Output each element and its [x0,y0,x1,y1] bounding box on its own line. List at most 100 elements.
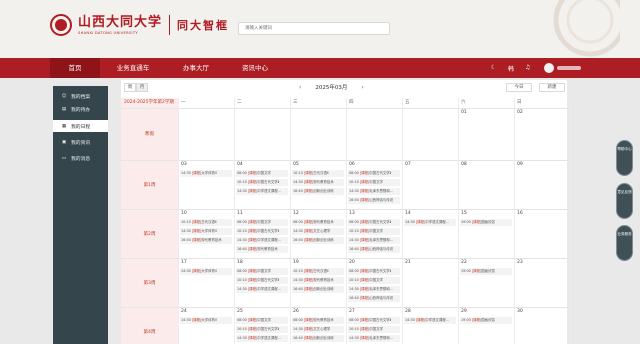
avatar[interactable] [544,63,554,73]
day-cell[interactable] [290,108,346,160]
schedule-event[interactable]: 14:30 [课程]中学语文课程... [404,219,456,226]
schedule-event[interactable]: 14:30 [课程]中学语文课程... [236,237,288,244]
day-cell[interactable]: 29 19:00 [课程]国画欣赏 [458,307,514,344]
search-input[interactable] [239,23,389,34]
schedule-event[interactable]: 08:00 [课程]现代教育技术 [292,219,344,226]
day-cell[interactable]: 11 08:00 [课程]中国文学 10:10 [课程]中国古代文学Ⅱ 14:30 [… [234,209,290,258]
day-cell[interactable]: 30 [514,307,570,344]
day-cell[interactable]: 10 10:10 [课程]古代汉语Ⅱ 14:30 [课程]大学体育II 16:40 [… [178,209,234,258]
day-cell[interactable]: 19 10:10 [课程]古代汉语Ⅱ 14:30 [课程]现代教育技术 16:40 [… [290,258,346,307]
username-blurred[interactable] [557,66,581,70]
schedule-event[interactable]: 14:30 [课程]毛泽东思想和... [348,335,400,342]
schedule-event[interactable]: 08:00 [课程]中国古代文学Ⅱ [348,268,400,275]
bell-icon[interactable]: ♫ [525,64,530,71]
schedule-event[interactable]: 16:40 [课程]山西神话与传说 [348,246,400,253]
view-month-button[interactable]: 月 [136,83,148,92]
nav-business[interactable]: 业务直通车 [108,58,158,78]
schedule-event[interactable]: 10:10 [课程]中国古代文学Ⅱ [236,326,288,333]
day-cell[interactable]: 21 [402,258,458,307]
day-cell[interactable]: 13 08:00 [课程]中国古代文学Ⅱ 10:10 [课程]中国文学 14:30 [… [346,209,402,258]
schedule-event[interactable]: 08:00 [课程]中国古代文学Ⅱ [348,219,400,226]
day-cell[interactable]: 08 [458,160,514,209]
schedule-event[interactable]: 08:00 [课程]中国古代文学Ⅱ [348,170,400,177]
day-cell[interactable]: 06 08:00 [课程]中国古代文学Ⅱ 10:10 [课程]中国文学 14:30 [… [346,160,402,209]
schedule-event[interactable]: 14:30 [课程]毛泽东思想和... [348,188,400,195]
moon-icon[interactable]: ☾ [491,64,496,71]
schedule-event[interactable]: 14:30 [课程]中学语文课程... [236,286,288,293]
sidebar-item-todo[interactable]: ▤ 我的待办 [53,103,108,115]
schedule-event[interactable]: 14:30 [课程]中学语文课程... [404,317,456,324]
schedule-event[interactable]: 08:00 [课程]现代教育技术 [292,317,344,324]
schedule-event[interactable]: 16:40 [课程]山西神话与传说 [348,197,400,204]
schedule-event[interactable]: 08:00 [课程]中国古代文学Ⅱ [348,317,400,324]
today-button[interactable]: 今日 [506,83,532,92]
day-cell[interactable]: 01 [458,108,514,160]
schedule-event[interactable]: 10:10 [课程]中国文学 [348,179,400,186]
search-box[interactable] [238,22,390,35]
day-cell[interactable] [234,108,290,160]
schedule-event[interactable]: 16:40 [课程]山西神话与传说 [348,295,400,302]
schedule-event[interactable]: 10:10 [课程]中国古代文学Ⅱ [236,277,288,284]
day-cell[interactable]: 25 08:00 [课程]中国文学 10:10 [课程]中国古代文学Ⅱ 14:30 [… [234,307,290,344]
schedule-event[interactable]: 14:30 [课程]毛泽东思想和... [348,286,400,293]
day-cell[interactable]: 23 [514,258,570,307]
day-cell[interactable]: 12 08:00 [课程]现代教育技术 14:30 [课程]文艺心理学 16:40 [… [290,209,346,258]
day-cell[interactable]: 07 [402,160,458,209]
sidebar-item-schedule[interactable]: ▦ 我的日程 [53,120,108,132]
schedule-event[interactable]: 16:40 [课程]现代教育技术 [236,246,288,253]
schedule-event[interactable]: 10:10 [课程]中国文学 [348,277,400,284]
feedback-button[interactable]: 意见反馈 [616,183,633,219]
schedule-event[interactable]: 10:10 [课程]中国文学 [348,326,400,333]
day-cell[interactable]: 26 08:00 [课程]现代教育技术 14:30 [课程]文艺心理学 16:40 [… [290,307,346,344]
day-cell[interactable]: 15 19:00 [课程]国画欣赏 [458,209,514,258]
day-cell[interactable]: 20 08:00 [课程]中国古代文学Ⅱ 10:10 [课程]中国文学 14:30 [… [346,258,402,307]
schedule-event[interactable]: 19:00 [课程]国画欣赏 [460,317,512,324]
schedule-event[interactable]: 14:30 [课程]大学体育II [180,170,232,177]
schedule-event[interactable]: 14:30 [课程]文艺心理学 [292,326,344,333]
day-cell[interactable]: 17 14:30 [课程]大学体育II [178,258,234,307]
day-cell[interactable] [402,108,458,160]
day-cell[interactable]: 27 08:00 [课程]中国古代文学Ⅱ 10:10 [课程]中国文学 14:30 [… [346,307,402,344]
nav-service-hall[interactable]: 办事大厅 [171,58,221,78]
schedule-event[interactable]: 14:30 [课程]大学体育II [180,268,232,275]
schedule-event[interactable]: 19:00 [课程]国画欣赏 [460,268,512,275]
schedule-event[interactable]: 14:30 [课程]中学语文课程... [236,188,288,195]
schedule-event[interactable]: 14:30 [课程]中学语文课程... [236,335,288,342]
next-month-icon[interactable]: › [361,84,363,91]
schedule-event[interactable]: 16:40 [课程]创新创业训练 [292,237,344,244]
day-cell[interactable]: 04 08:00 [课程]中国文学 10:10 [课程]中国古代文学Ⅱ 14:30 [… [234,160,290,209]
schedule-event[interactable]: 10:10 [课程]中国文学 [348,228,400,235]
schedule-event[interactable]: 08:00 [课程]中国文学 [236,219,288,226]
day-cell[interactable]: 14 14:30 [课程]中学语文课程... [402,209,458,258]
day-cell[interactable]: 18 08:00 [课程]中国文学 10:10 [课程]中国古代文学Ⅱ 14:30 [… [234,258,290,307]
schedule-event[interactable]: 16:40 [课程]创新创业训练 [292,335,344,342]
view-week-button[interactable]: 周 [124,83,136,92]
schedule-event[interactable]: 14:30 [课程]毛泽东思想和... [348,237,400,244]
day-cell[interactable]: 28 14:30 [课程]中学语文课程... [402,307,458,344]
schedule-event[interactable]: 10:10 [课程]古代汉语Ⅱ [292,268,344,275]
schedule-event[interactable]: 08:00 [课程]中国文学 [236,268,288,275]
nav-home[interactable]: 首页 [50,58,100,78]
schedule-event[interactable]: 19:00 [课程]国画欣赏 [460,219,512,226]
schedule-event[interactable]: 10:10 [课程]中国古代文学Ⅱ [236,179,288,186]
day-cell[interactable]: 02 [514,108,570,160]
schedule-event[interactable]: 10:10 [课程]古代汉语Ⅱ [292,170,344,177]
language-icon[interactable]: 韩 [508,64,514,73]
prev-month-icon[interactable]: ‹ [299,84,301,91]
schedule-event[interactable]: 10:10 [课程]中国古代文学Ⅱ [236,228,288,235]
day-cell[interactable]: 16 [514,209,570,258]
schedule-event[interactable]: 14:30 [课程]大学体育II [180,228,232,235]
schedule-event[interactable]: 14:30 [课程]现代教育技术 [292,179,344,186]
schedule-event[interactable]: 08:00 [课程]中国文学 [236,317,288,324]
day-cell[interactable]: 09 [514,160,570,209]
schedule-event[interactable]: 16:40 [课程]创新创业训练 [292,286,344,293]
schedule-event[interactable]: 08:00 [课程]中国文学 [236,170,288,177]
schedule-event[interactable]: 16:40 [课程]现代教育技术 [180,237,232,244]
help-center-button[interactable]: 帮助中心 [616,140,633,176]
day-cell[interactable]: 24 14:30 [课程]大学体育II [178,307,234,344]
schedule-event[interactable]: 14:30 [课程]文艺心理学 [292,228,344,235]
business-service-button[interactable]: 业务服务 [616,225,633,261]
day-cell[interactable]: 22 19:00 [课程]国画欣赏 [458,258,514,307]
day-cell[interactable]: 03 14:30 [课程]大学体育II [178,160,234,209]
sidebar-item-profile[interactable]: ☺ 我的档案 [53,90,108,102]
